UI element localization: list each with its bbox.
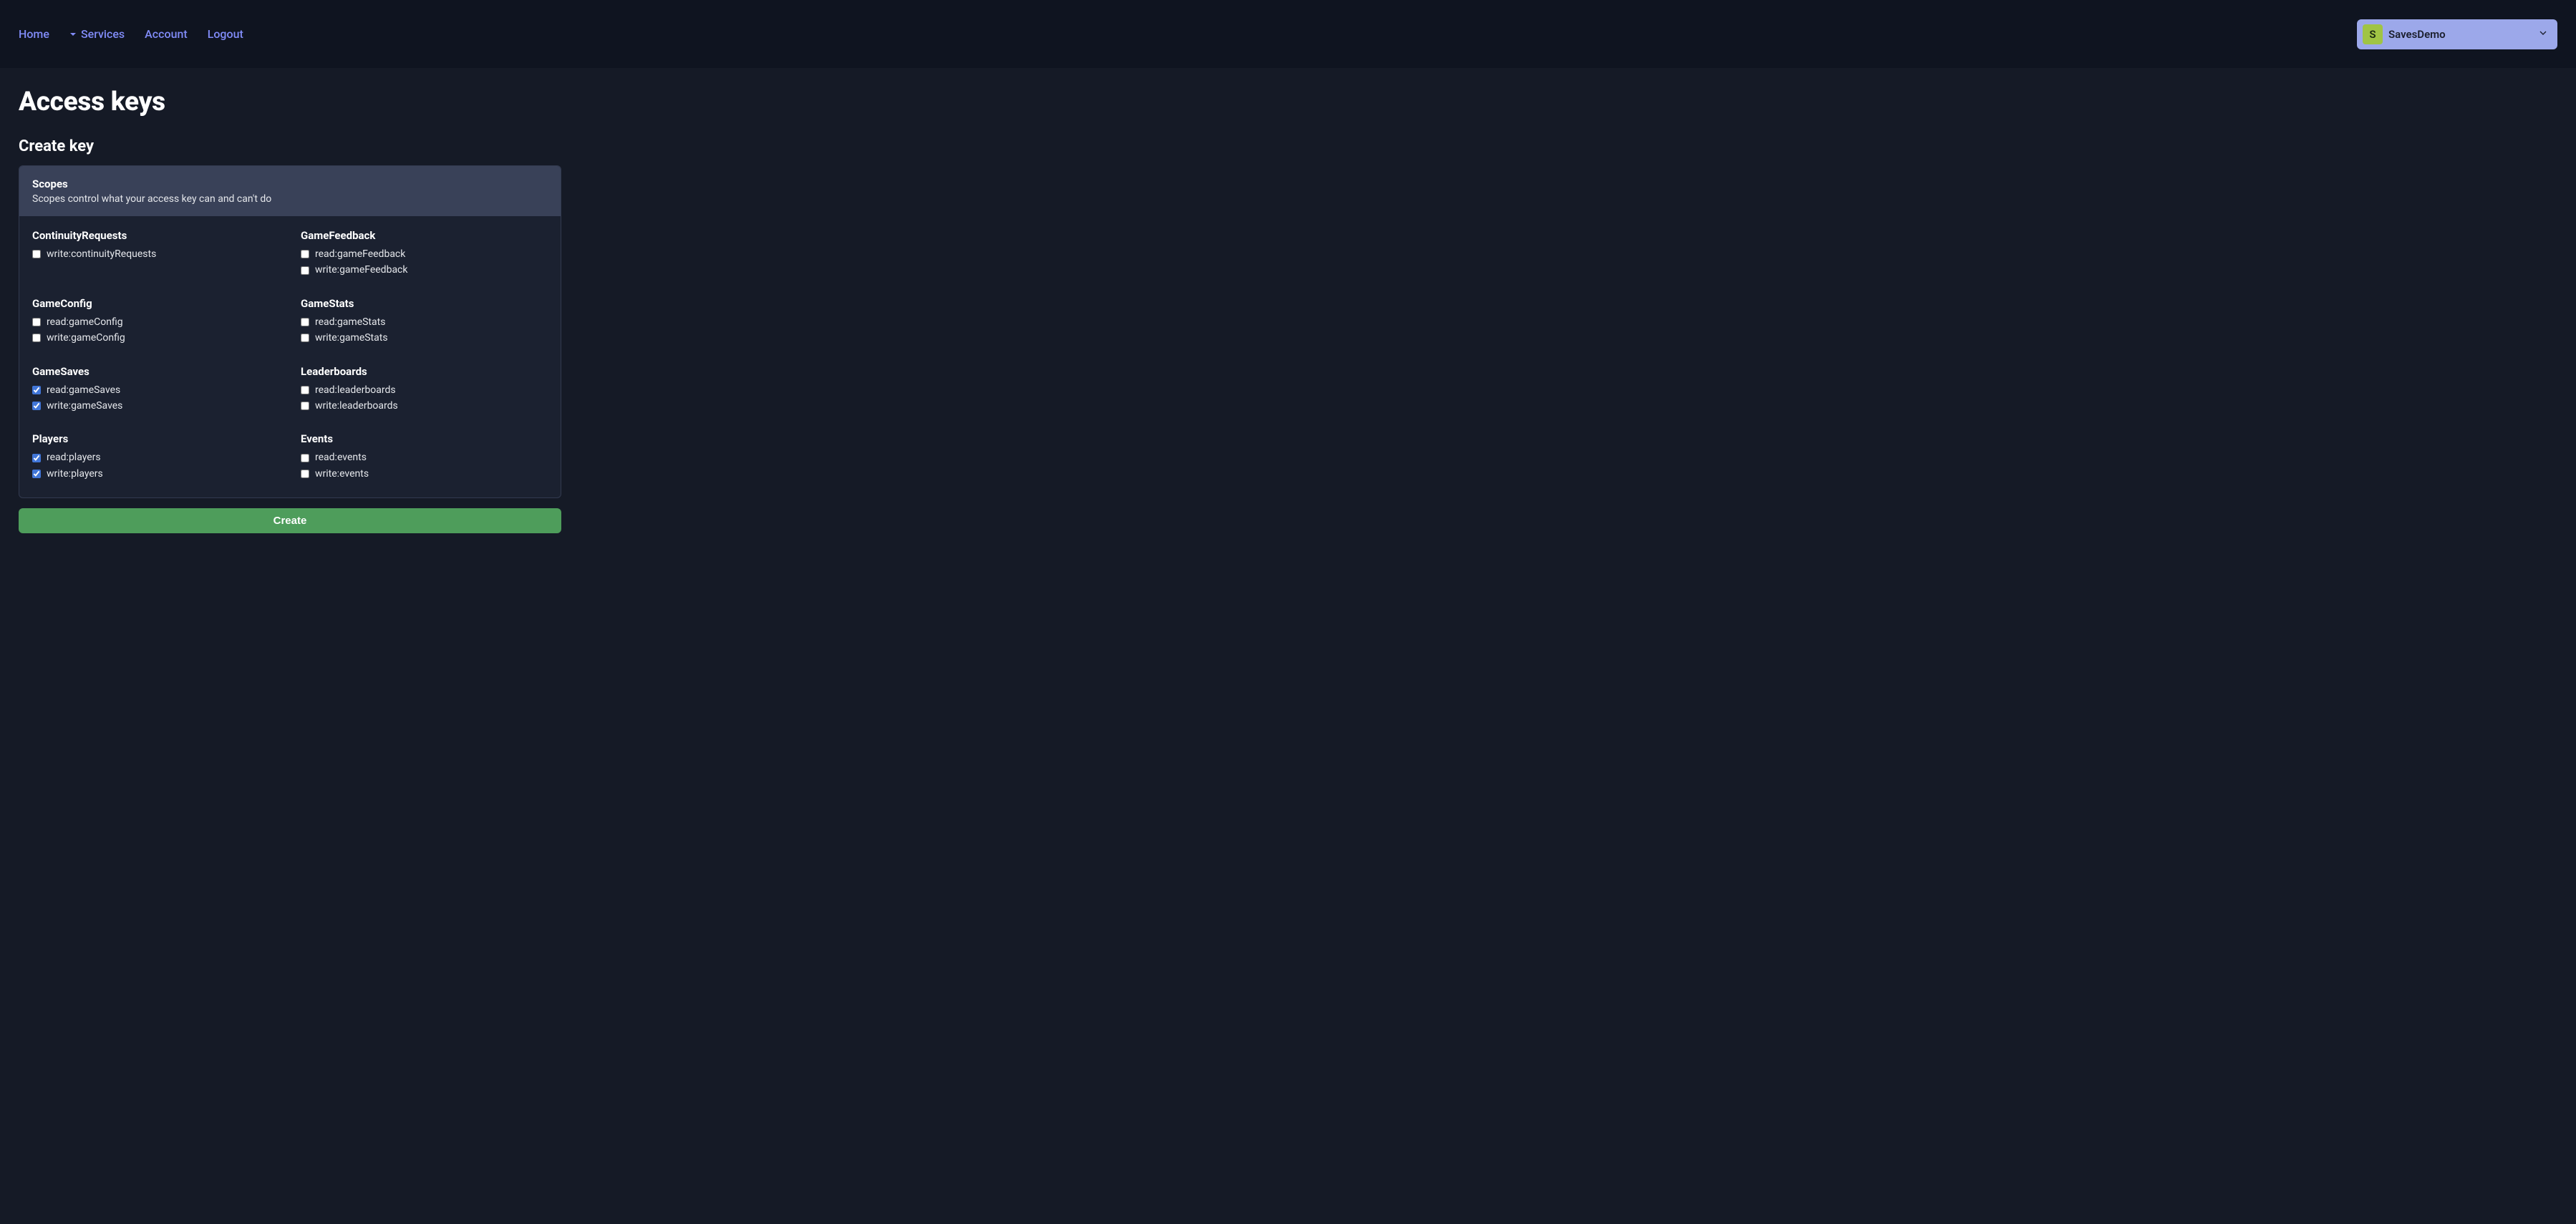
project-name: SavesDemo	[2388, 28, 2446, 41]
scope-label: read:gameStats	[315, 314, 385, 330]
scope-label: write:gameSaves	[47, 398, 122, 414]
scope-checkbox[interactable]	[32, 470, 41, 478]
scope-label: read:gameFeedback	[315, 246, 405, 262]
scope-label: read:leaderboards	[315, 382, 396, 398]
nav: Home Services Account Logout	[19, 27, 243, 41]
scope-group-title: GameConfig	[32, 297, 279, 310]
scope-row[interactable]: write:leaderboards	[301, 398, 548, 414]
scope-group-title: GameSaves	[32, 365, 279, 378]
page-title: Access keys	[19, 87, 2557, 117]
project-avatar: S	[2363, 24, 2383, 44]
scope-row[interactable]: write:gameStats	[301, 330, 548, 346]
create-button[interactable]: Create	[19, 508, 561, 533]
scope-group-title: Events	[301, 432, 548, 445]
scope-checkbox[interactable]	[32, 318, 41, 326]
nav-home[interactable]: Home	[19, 27, 49, 41]
scope-row[interactable]: write:gameSaves	[32, 398, 279, 414]
nav-services[interactable]: Services	[69, 27, 125, 41]
scope-checkbox[interactable]	[301, 266, 309, 275]
nav-logout[interactable]: Logout	[208, 27, 243, 41]
chevron-down-icon	[2537, 27, 2549, 42]
scope-checkbox[interactable]	[301, 470, 309, 478]
scope-checkbox[interactable]	[301, 250, 309, 258]
section-title: Create key	[19, 137, 2557, 155]
scope-group-title: Players	[32, 432, 279, 445]
scope-group: ContinuityRequests write:continuityReques…	[32, 229, 279, 278]
scope-label: read:gameConfig	[47, 314, 123, 330]
scope-checkbox[interactable]	[301, 318, 309, 326]
scope-checkbox[interactable]	[32, 386, 41, 394]
scopes-panel: Scopes Scopes control what your access k…	[19, 165, 561, 498]
scope-label: write:gameFeedback	[315, 262, 407, 278]
scopes-panel-header: Scopes Scopes control what your access k…	[19, 166, 561, 216]
scope-label: write:continuityRequests	[47, 246, 156, 262]
scope-label: read:gameSaves	[47, 382, 120, 398]
scope-label: write:gameConfig	[47, 330, 125, 346]
nav-account[interactable]: Account	[145, 27, 188, 41]
scope-group: GameFeedback read:gameFeedbackwrite:gameF…	[301, 229, 548, 278]
scope-group-title: ContinuityRequests	[32, 229, 279, 242]
scope-group-title: GameFeedback	[301, 229, 548, 242]
nav-services-label: Services	[81, 27, 125, 41]
scope-checkbox[interactable]	[32, 402, 41, 410]
scope-row[interactable]: read:gameFeedback	[301, 246, 548, 262]
scope-row[interactable]: write:gameConfig	[32, 330, 279, 346]
scope-group: GameStats read:gameStatswrite:gameStats	[301, 297, 548, 346]
scope-label: read:players	[47, 450, 101, 465]
scope-row[interactable]: write:gameFeedback	[301, 262, 548, 278]
scope-group-title: Leaderboards	[301, 365, 548, 378]
scope-row[interactable]: read:gameStats	[301, 314, 548, 330]
scope-label: write:leaderboards	[315, 398, 398, 414]
project-selector-left: S SavesDemo	[2363, 24, 2446, 44]
scope-label: write:events	[315, 466, 369, 482]
scope-group: GameSaves read:gameSaveswrite:gameSaves	[32, 365, 279, 414]
scopes-description: Scopes control what your access key can …	[32, 193, 548, 205]
main-header: Home Services Account Logout S SavesDemo	[0, 0, 2576, 68]
scopes-heading: Scopes	[32, 178, 548, 190]
scope-row[interactable]: read:leaderboards	[301, 382, 548, 398]
scope-row[interactable]: read:gameSaves	[32, 382, 279, 398]
scope-label: read:events	[315, 450, 367, 465]
scope-group: Players read:playerswrite:players	[32, 432, 279, 482]
scope-label: write:gameStats	[315, 330, 388, 346]
scope-checkbox[interactable]	[301, 334, 309, 342]
project-selector[interactable]: S SavesDemo	[2357, 19, 2557, 49]
content: Access keys Create key Scopes Scopes con…	[0, 68, 2576, 552]
scope-group: Events read:eventswrite:events	[301, 432, 548, 482]
scope-row[interactable]: write:events	[301, 466, 548, 482]
scope-group: Leaderboards read:leaderboardswrite:leade…	[301, 365, 548, 414]
scope-checkbox[interactable]	[32, 250, 41, 258]
scopes-panel-body: ContinuityRequests write:continuityReques…	[19, 216, 561, 497]
scope-group: GameConfig read:gameConfigwrite:gameConfi…	[32, 297, 279, 346]
scope-checkbox[interactable]	[32, 454, 41, 462]
scope-label: write:players	[47, 466, 103, 482]
scope-row[interactable]: read:players	[32, 450, 279, 465]
scope-checkbox[interactable]	[301, 454, 309, 462]
scope-row[interactable]: write:players	[32, 466, 279, 482]
scope-checkbox[interactable]	[301, 386, 309, 394]
scope-row[interactable]: read:events	[301, 450, 548, 465]
scope-row[interactable]: read:gameConfig	[32, 314, 279, 330]
scope-checkbox[interactable]	[32, 334, 41, 342]
caret-down-icon	[69, 27, 77, 41]
scope-group-title: GameStats	[301, 297, 548, 310]
scope-row[interactable]: write:continuityRequests	[32, 246, 279, 262]
scope-checkbox[interactable]	[301, 402, 309, 410]
